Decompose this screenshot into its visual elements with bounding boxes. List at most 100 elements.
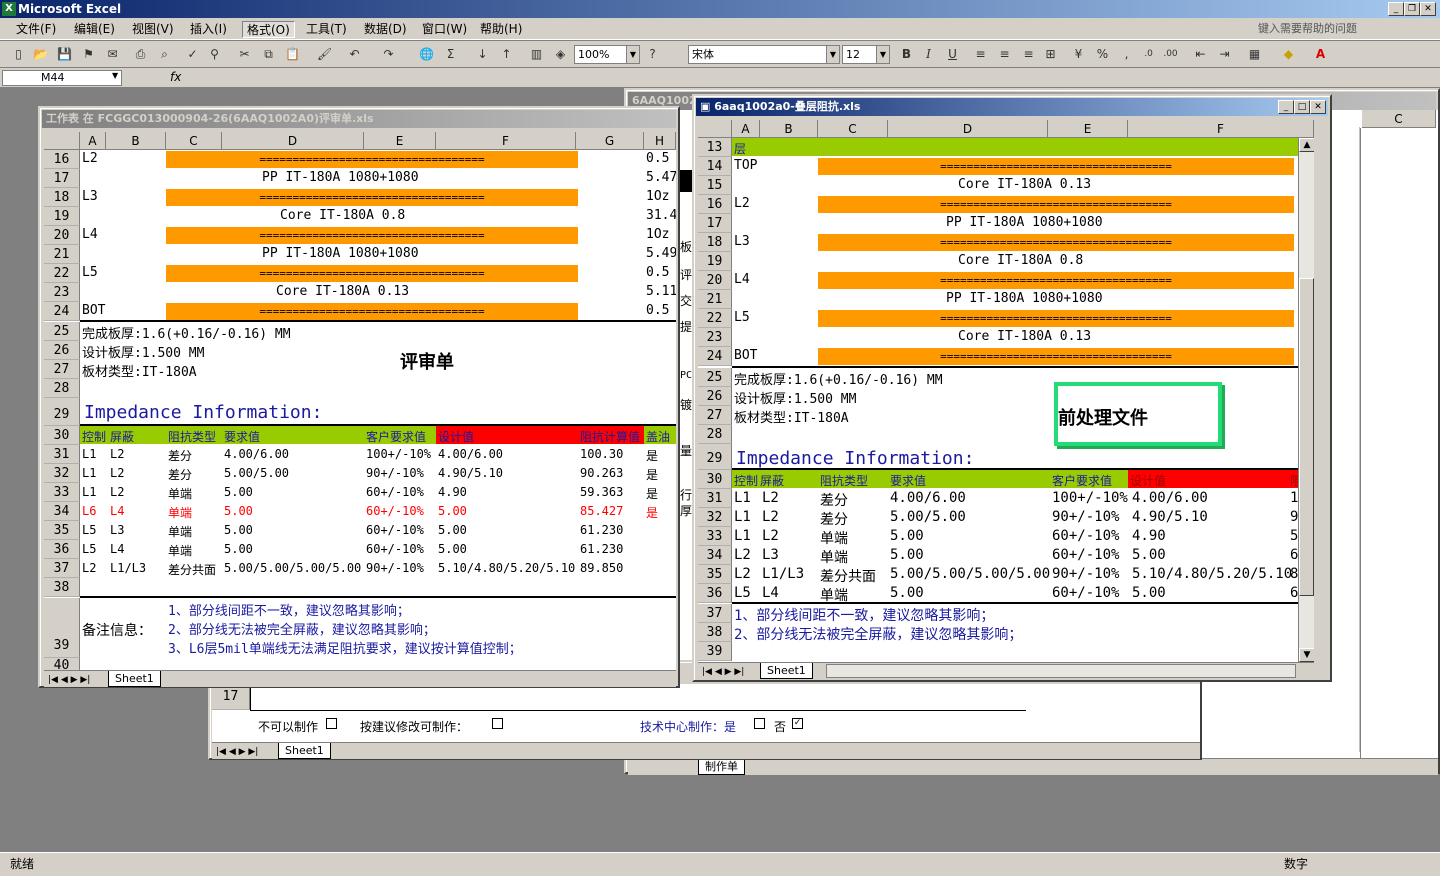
- row-header[interactable]: 37: [44, 559, 80, 578]
- row-header[interactable]: 39: [698, 642, 732, 661]
- help-icon[interactable]: ?: [644, 46, 661, 63]
- sheet-nav-icon[interactable]: |◀ ◀ ▶ ▶|: [48, 672, 90, 688]
- row-header[interactable]: 25: [44, 322, 80, 341]
- row-header[interactable]: 18: [698, 233, 732, 252]
- print-icon[interactable]: ⎙: [132, 46, 149, 63]
- redo-icon[interactable]: ↷: [380, 46, 397, 63]
- sort-desc-icon[interactable]: ↑: [498, 46, 515, 63]
- row-header[interactable]: 19: [44, 207, 80, 226]
- cannot-make-checkbox[interactable]: [326, 718, 337, 729]
- row-header[interactable]: 36: [698, 584, 732, 603]
- row-header[interactable]: 28: [698, 425, 732, 444]
- hyperlink-icon[interactable]: 🌐: [418, 46, 435, 63]
- row-header[interactable]: 13: [698, 138, 732, 157]
- row-header[interactable]: 26: [698, 387, 732, 406]
- row-header[interactable]: 21: [698, 290, 732, 309]
- menu-tools[interactable]: 工具(T): [302, 21, 351, 38]
- row-header[interactable]: 32: [44, 464, 80, 483]
- print-preview-icon[interactable]: ⌕: [156, 46, 173, 63]
- chart-icon[interactable]: ▥: [528, 46, 545, 63]
- sheet-tab-sheet1[interactable]: Sheet1: [278, 743, 331, 759]
- spelling-icon[interactable]: ✓: [184, 46, 201, 63]
- email-icon[interactable]: ✉: [104, 46, 121, 63]
- row-header[interactable]: 16: [698, 195, 732, 214]
- row-header[interactable]: 24: [698, 347, 732, 366]
- restore-icon[interactable]: ❐: [1404, 2, 1420, 16]
- menu-format[interactable]: 格式(O): [242, 21, 295, 38]
- font-size-select[interactable]: 12 ▼: [842, 45, 890, 64]
- row-header[interactable]: 31: [44, 445, 80, 464]
- row-header[interactable]: 24: [44, 302, 80, 321]
- maximize-icon[interactable]: □: [1294, 100, 1310, 114]
- col-header-d[interactable]: D: [222, 132, 364, 150]
- row-header[interactable]: 20: [44, 226, 80, 245]
- undo-icon[interactable]: ↶: [346, 46, 363, 63]
- scroll-thumb[interactable]: [1299, 278, 1314, 596]
- zoom-select[interactable]: 100% ▼: [574, 45, 640, 64]
- sheet-tab-zhizuodan[interactable]: 制作单: [698, 759, 745, 775]
- row-header[interactable]: 20: [698, 271, 732, 290]
- col-header-h[interactable]: H: [644, 132, 676, 150]
- bold-icon[interactable]: B: [898, 46, 915, 63]
- chevron-down-icon[interactable]: ▼: [112, 71, 118, 80]
- row-header[interactable]: 23: [698, 328, 732, 347]
- stackup-window[interactable]: ▣ 6aaq1002a0-叠层阻抗.xls _ □ ✕ A B C D E F …: [692, 94, 1332, 682]
- tech-yes-checkbox[interactable]: [754, 718, 765, 729]
- col-header-g[interactable]: G: [576, 132, 644, 150]
- review-sheet-grid[interactable]: A B C D E F G H 16 L2 ==================…: [44, 132, 676, 674]
- drawing-icon[interactable]: ◈: [552, 46, 569, 63]
- select-all-corner[interactable]: [698, 120, 732, 138]
- increase-decimal-icon[interactable]: .0: [1140, 46, 1157, 63]
- permission-icon[interactable]: ⚑: [80, 46, 97, 63]
- row-header[interactable]: 36: [44, 540, 80, 559]
- research-icon[interactable]: ⚲: [206, 46, 223, 63]
- row-header[interactable]: 39: [44, 598, 80, 658]
- italic-icon[interactable]: I: [920, 46, 937, 63]
- row-header[interactable]: 21: [44, 245, 80, 264]
- row-header[interactable]: 16: [44, 150, 80, 169]
- row-header[interactable]: 17: [44, 169, 80, 188]
- row-header[interactable]: 19: [698, 252, 732, 271]
- row-header[interactable]: 38: [698, 623, 732, 642]
- select-all-corner[interactable]: [44, 132, 80, 150]
- underline-icon[interactable]: U: [944, 46, 961, 63]
- menu-insert[interactable]: 插入(I): [186, 21, 231, 38]
- row-header[interactable]: 27: [698, 406, 732, 425]
- align-right-icon[interactable]: ≡: [1020, 46, 1037, 63]
- row-header[interactable]: 28: [44, 379, 80, 398]
- align-left-icon[interactable]: ≡: [972, 46, 989, 63]
- row-header[interactable]: 18: [44, 188, 80, 207]
- scroll-up-icon[interactable]: ▲: [1299, 138, 1314, 152]
- col-header-a[interactable]: A: [80, 132, 106, 150]
- sheet-tab-sheet1[interactable]: Sheet1: [108, 671, 161, 687]
- comma-icon[interactable]: ,: [1118, 46, 1135, 63]
- horizontal-scrollbar[interactable]: [826, 664, 1296, 678]
- tech-no-checkbox[interactable]: ✓: [792, 718, 803, 729]
- percent-icon[interactable]: %: [1094, 46, 1111, 63]
- borders-icon[interactable]: ▦: [1246, 46, 1263, 63]
- fx-icon[interactable]: fx: [170, 70, 181, 84]
- menu-help[interactable]: 帮助(H): [476, 21, 526, 38]
- font-select[interactable]: 宋体 ▼: [688, 45, 840, 64]
- decrease-indent-icon[interactable]: ⇤: [1192, 46, 1209, 63]
- row-header[interactable]: 23: [44, 283, 80, 302]
- menu-window[interactable]: 窗口(W): [418, 21, 471, 38]
- row-header[interactable]: 22: [44, 264, 80, 283]
- col-header-c[interactable]: C: [1362, 110, 1436, 128]
- sort-asc-icon[interactable]: ↓: [474, 46, 491, 63]
- row-header[interactable]: 35: [698, 565, 732, 584]
- fill-color-icon[interactable]: ◆: [1280, 46, 1297, 63]
- review-sheet-window[interactable]: 工作表 在 FCGGC013000904-26(6AAQ1002A0)评审单.x…: [38, 106, 680, 688]
- row-header[interactable]: 25: [698, 368, 732, 387]
- open-icon[interactable]: 📂: [32, 46, 49, 63]
- autosum-icon[interactable]: Σ: [442, 46, 459, 63]
- save-icon[interactable]: 💾: [56, 46, 73, 63]
- row-header[interactable]: 14: [698, 157, 732, 176]
- col-header-e[interactable]: E: [364, 132, 436, 150]
- merge-center-icon[interactable]: ⊞: [1042, 46, 1059, 63]
- row-header[interactable]: 37: [698, 604, 732, 623]
- minimize-icon[interactable]: _: [1278, 100, 1294, 114]
- row-header[interactable]: 33: [698, 527, 732, 546]
- row-header[interactable]: 34: [44, 502, 80, 521]
- font-color-icon[interactable]: A: [1312, 46, 1329, 63]
